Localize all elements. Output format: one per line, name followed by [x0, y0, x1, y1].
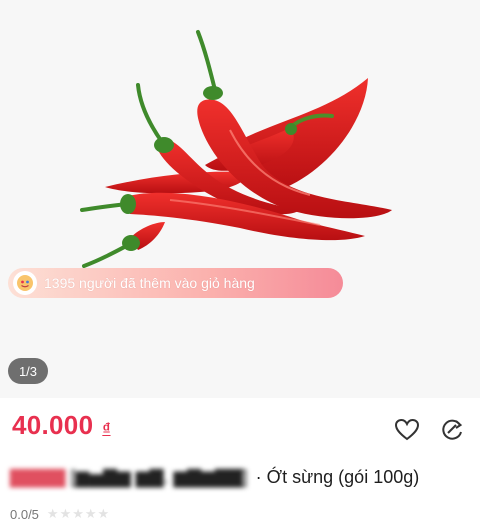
favorite-button[interactable] — [393, 416, 421, 444]
product-title-row: ▇▇▇▇ [▆▅▇▆ ▆▇. ▆▇▆▇▇] · Ớt sừng (gói 100… — [10, 462, 419, 492]
cart-avatar-icon — [13, 271, 37, 295]
redacted-seller-name: ▇▇▇▇ [▆▅▇▆ ▆▇. ▆▇▆▇▇] — [10, 466, 248, 487]
image-counter: 1/3 — [8, 358, 48, 384]
heart-icon — [394, 418, 420, 441]
product-price: 40.000 — [12, 410, 94, 440]
product-name: · Ớt sừng (gói 100g) — [255, 466, 420, 487]
share-button[interactable] — [438, 416, 466, 444]
product-image-gallery[interactable]: 1395 người đã thêm vào giỏ hàng 1/3 — [0, 0, 480, 398]
price-row: 40.000 ₫ — [12, 410, 111, 441]
currency-symbol: ₫ — [102, 421, 111, 438]
rating-value: 0.0/5 — [10, 506, 39, 522]
rating-row[interactable]: 0.0/5 ★★★★★ — [10, 506, 110, 522]
cart-activity-text: 1395 người đã thêm vào giỏ hàng — [44, 275, 255, 291]
product-image — [80, 30, 392, 268]
rating-stars: ★★★★★ — [46, 506, 111, 521]
cart-activity-banner: 1395 người đã thêm vào giỏ hàng — [8, 268, 343, 298]
share-icon — [442, 419, 463, 440]
